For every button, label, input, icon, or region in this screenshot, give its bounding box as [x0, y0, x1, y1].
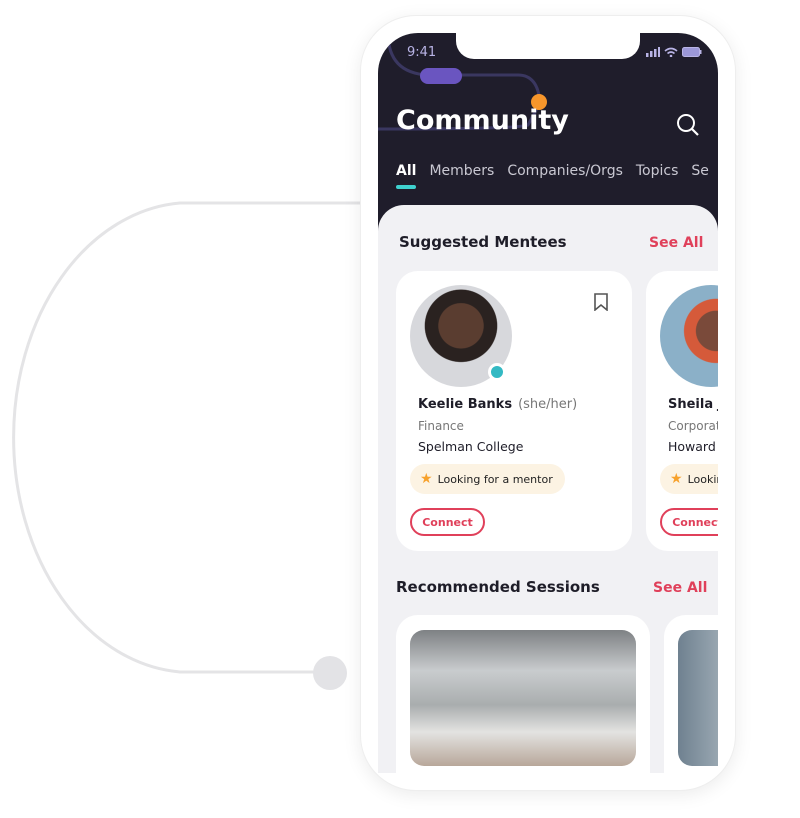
tab-sessions[interactable]: Se — [691, 163, 709, 179]
online-indicator — [488, 363, 506, 381]
connect-button[interactable]: Connect — [660, 508, 718, 536]
background-decoration — [12, 201, 360, 690]
see-all-mentees-link[interactable]: See All — [649, 235, 703, 251]
tab-members[interactable]: Members — [429, 163, 494, 179]
decoration-dot — [313, 656, 347, 690]
notch — [456, 33, 640, 59]
connect-button[interactable]: Connect — [410, 508, 485, 536]
status-icons — [646, 47, 702, 57]
mentor-status-badge: ★ Looking for a mentor — [410, 464, 565, 494]
avatar — [660, 285, 718, 387]
tab-all[interactable]: All — [396, 163, 417, 189]
session-card[interactable] — [396, 615, 650, 773]
star-icon: ★ — [420, 471, 433, 487]
mentor-status-badge: ★Lookin — [660, 464, 718, 494]
section-title-sessions: Recommended Sessions — [396, 578, 600, 596]
session-image — [410, 630, 636, 766]
tab-companies-orgs[interactable]: Companies/Orgs — [507, 163, 623, 179]
phone-screen: 9:41 Community All Members Companies/Org… — [378, 33, 718, 773]
tab-topics[interactable]: Topics — [636, 163, 679, 179]
mentee-field: Corporat — [668, 419, 718, 433]
bookmark-icon[interactable] — [594, 293, 608, 311]
battery-icon — [682, 47, 702, 57]
mentee-field: Finance — [418, 419, 464, 433]
section-title-mentees: Suggested Mentees — [399, 233, 567, 251]
search-icon[interactable] — [676, 113, 700, 137]
mentee-name: Keelie Banks (she/her) — [418, 397, 578, 412]
mentee-school: Spelman College — [418, 439, 524, 454]
signal-icon — [646, 47, 660, 57]
tab-bar: All Members Companies/Orgs Topics Se — [396, 163, 709, 189]
mentee-card[interactable]: Keelie Banks (she/her) Finance Spelman Co… — [396, 271, 632, 551]
wifi-icon — [664, 47, 678, 57]
star-icon: ★ — [670, 471, 683, 487]
mentee-name: Sheila J — [668, 397, 718, 412]
session-card[interactable] — [664, 615, 718, 773]
mentee-school: Howard U — [668, 439, 718, 454]
session-image — [678, 630, 718, 766]
status-time: 9:41 — [407, 45, 437, 60]
page-title: Community — [396, 105, 569, 136]
mentee-card[interactable]: Sheila J Corporat Howard U ★Lookin Conne… — [646, 271, 718, 551]
pronouns: (she/her) — [518, 397, 578, 412]
see-all-sessions-link[interactable]: See All — [653, 580, 707, 596]
